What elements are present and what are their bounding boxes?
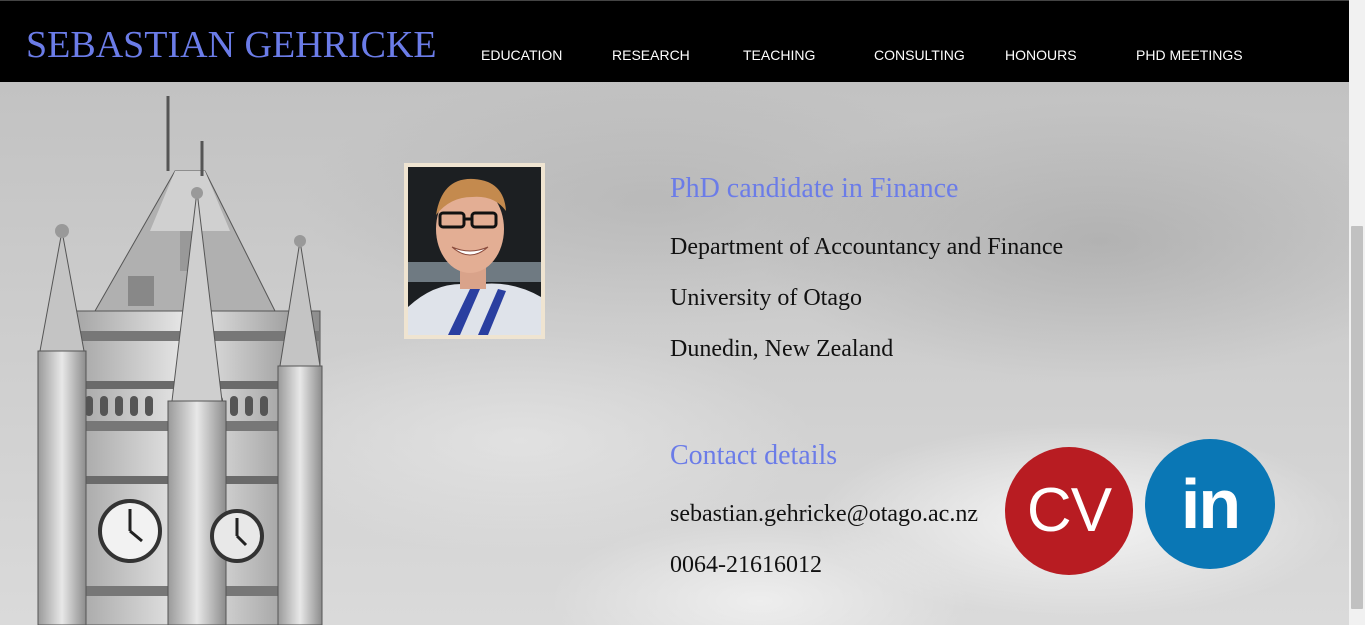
scrollbar-thumb[interactable] [1351,226,1363,609]
nav-link-research[interactable]: RESEARCH [612,46,690,64]
university-text: University of Otago [670,285,862,311]
profile-photo [404,163,545,339]
contact-heading: Contact details [670,440,838,471]
linkedin-icon: in [1180,465,1241,543]
clock-tower-image [37,96,323,625]
nav-link-phd-meetings[interactable]: PHD MEETINGS [1136,46,1243,64]
location-text: Dunedin, New Zealand [670,336,894,362]
nav-link-teaching[interactable]: TEACHING [743,46,815,64]
cv-icon-label: CV [1026,476,1112,545]
department-text: Department of Accountancy and Finance [670,234,1064,260]
nav-link-education[interactable]: EDUCATION [481,46,562,64]
cv-download-button[interactable]: CV [1005,447,1133,575]
profile-heading: PhD candidate in Finance [670,173,959,204]
linkedin-button[interactable]: in [1145,439,1275,569]
phone-text: 0064-21616012 [670,552,822,578]
nav-link-honours[interactable]: HONOURS [1005,46,1077,64]
site-title[interactable]: SEBASTIAN GEHRICKE [26,23,437,67]
site-header: SEBASTIAN GEHRICKE EDUCATION RESEARCH TE… [0,0,1349,82]
nav-link-consulting[interactable]: CONSULTING [874,46,965,64]
email-link[interactable]: sebastian.gehricke@otago.ac.nz [670,499,978,529]
